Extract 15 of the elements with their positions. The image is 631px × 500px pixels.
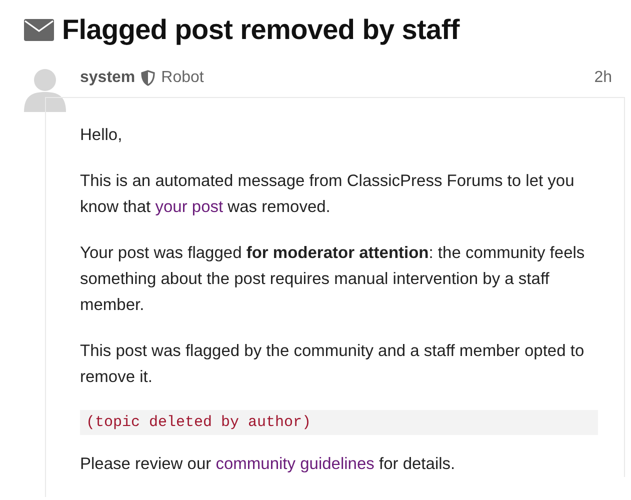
paragraph: Please review our community guidelines for details.	[80, 454, 456, 475]
username[interactable]: system	[80, 69, 136, 87]
shield-icon	[141, 70, 156, 86]
avatar-icon	[24, 68, 66, 112]
paragraph: This is an automated message from ClassicPress Forums to let you know that your post was removed.	[80, 171, 576, 218]
paragraph: Hello,	[80, 125, 124, 146]
topic-title: Flagged post removed by staff	[62, 14, 460, 46]
link[interactable]: your post	[155, 198, 224, 216]
envelope-icon	[24, 19, 54, 41]
link[interactable]: community guidelines	[216, 455, 374, 473]
paragraph: Your post was flagged for moderator attention: the community feels something about the post requires manual intervention by a staff member.	[80, 243, 586, 316]
paragraph: This post was flagged by the community and a staff member opted to remove it.	[80, 341, 586, 388]
post-time[interactable]: 2h	[594, 69, 612, 87]
user-title: Robot	[161, 69, 204, 87]
code-block: (topic deleted by author)	[80, 410, 598, 435]
